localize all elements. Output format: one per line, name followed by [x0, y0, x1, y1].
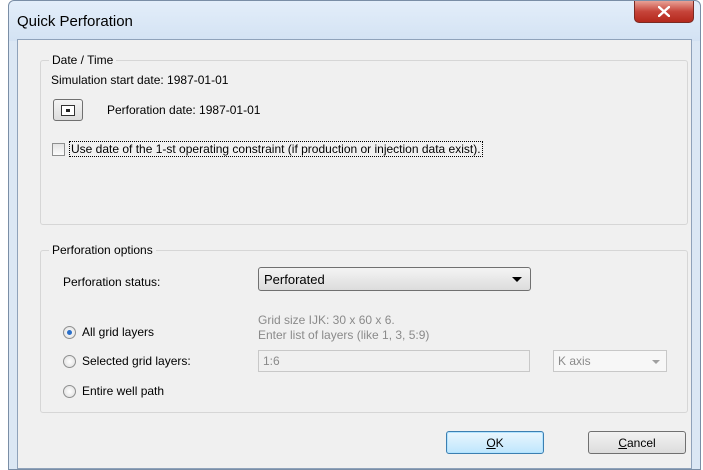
dialog-body: Date / Time Simulation start date: 1987-… — [17, 39, 692, 469]
datetime-legend: Date / Time — [49, 53, 117, 67]
perforation-date: Perforation date: 1987-01-01 — [107, 103, 261, 117]
axis-select[interactable]: K axis — [553, 350, 667, 372]
title-bar[interactable]: Quick Perforation — [9, 1, 700, 41]
axis-value: K axis — [558, 354, 591, 368]
close-icon — [658, 6, 670, 17]
selected-grid-layers-radio[interactable] — [63, 355, 76, 368]
cancel-mnemonic: C — [618, 435, 627, 450]
grid-size-hint: Grid size IJK: 30 x 60 x 6. — [258, 313, 395, 327]
ok-label-rest: K — [495, 435, 504, 450]
options-legend: Perforation options — [49, 243, 156, 257]
close-button[interactable] — [634, 1, 694, 23]
perforation-options-group: Perforation options Perforation status: … — [40, 243, 688, 413]
entire-well-path-radio[interactable] — [63, 385, 76, 398]
chevron-down-icon — [652, 360, 660, 364]
layers-hint: Enter list of layers (like 1, 3, 5:9) — [258, 328, 430, 342]
date-picker-button[interactable] — [53, 99, 83, 121]
cancel-label-rest: ancel — [626, 435, 656, 450]
ok-mnemonic: O — [486, 435, 496, 450]
quick-perforation-window: Quick Perforation Date / Time Simulation… — [8, 0, 701, 470]
all-grid-layers-label[interactable]: All grid layers — [82, 325, 154, 339]
ok-button[interactable]: OK — [446, 431, 544, 454]
window-title: Quick Perforation — [17, 13, 133, 30]
selected-grid-layers-label[interactable]: Selected grid layers: — [82, 354, 191, 368]
perforation-status-select[interactable]: Perforated — [258, 267, 531, 291]
layers-input[interactable]: 1:6 — [258, 350, 530, 372]
use-date-label[interactable]: Use date of the 1-st operating constrain… — [69, 141, 483, 157]
all-grid-layers-radio[interactable] — [63, 326, 76, 339]
use-date-checkbox[interactable] — [52, 143, 65, 156]
simulation-start-date: Simulation start date: 1987-01-01 — [51, 73, 229, 87]
datetime-group: Date / Time Simulation start date: 1987-… — [40, 53, 688, 225]
chevron-down-icon — [512, 277, 522, 282]
calendar-icon — [61, 104, 75, 116]
perforation-status-label: Perforation status: — [63, 275, 161, 289]
cancel-button[interactable]: Cancel — [588, 431, 686, 454]
perforation-status-value: Perforated — [264, 272, 325, 287]
entire-well-path-label[interactable]: Entire well path — [82, 384, 164, 398]
